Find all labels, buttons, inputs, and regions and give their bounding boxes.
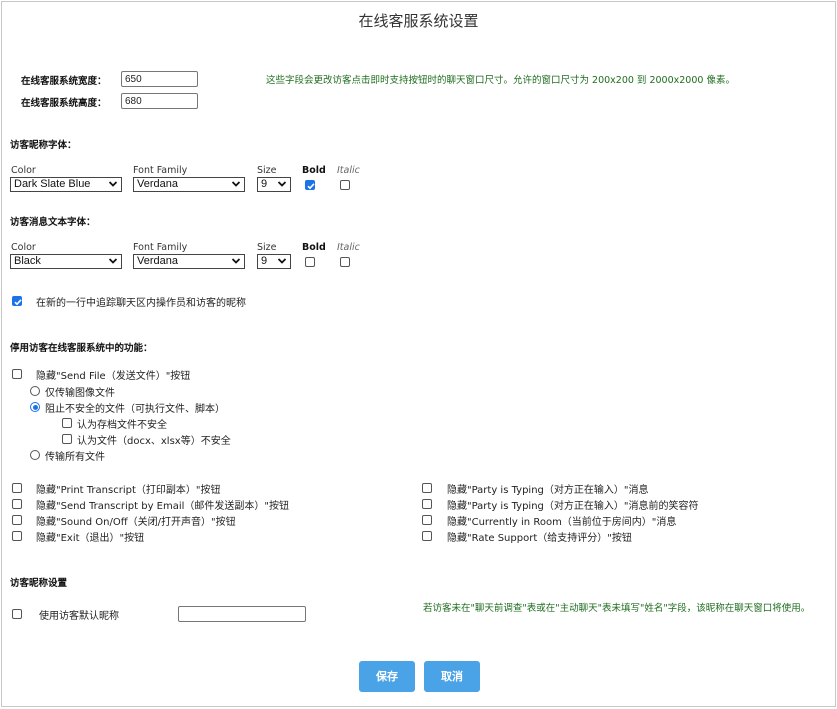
radio-block-unsafe[interactable] (30, 402, 40, 412)
track-nicknames-label: 在新的一行中追踪聊天区内操作员和访客的昵称 (36, 298, 246, 309)
nickname-color-select[interactable]: Dark Slate Blue (10, 177, 122, 192)
office-unsafe-checkbox[interactable] (62, 434, 72, 444)
chevron-down-icon (232, 258, 240, 264)
chevron-down-icon (109, 258, 117, 264)
disable-features-heading: 停用访客在线客服系统中的功能： (10, 343, 153, 354)
hide-typing-smiley-checkbox[interactable] (422, 499, 432, 509)
hide-email-transcript-label: 隐藏"Send Transcript by Email（邮件发送副本）"按钮 (36, 501, 290, 512)
hide-typing-smiley-label: 隐藏"Party is Typing（对方正在输入）"消息前的笑容符 (447, 501, 699, 512)
chevron-down-icon (278, 181, 286, 187)
default-nickname-checkbox[interactable] (12, 609, 22, 619)
chevron-down-icon (232, 181, 240, 187)
height-input[interactable] (121, 93, 198, 109)
hide-exit-checkbox[interactable] (12, 531, 22, 541)
checkmark-icon (307, 183, 315, 190)
hide-email-transcript-checkbox[interactable] (12, 499, 22, 509)
chevron-down-icon (278, 258, 286, 264)
message-italic-label: Italic (337, 242, 360, 253)
nickname-size-value: 9 (261, 178, 268, 190)
hide-print-transcript-label: 隐藏"Print Transcript（打印副本）"按钮 (36, 485, 221, 496)
hide-in-room-label: 隐藏"Currently in Room（当前位于房间内）"消息 (447, 517, 677, 528)
page-title: 在线客服系统设置 (358, 13, 479, 30)
message-family-value: Verdana (137, 255, 178, 267)
message-font-heading: 访客消息文本字体： (10, 217, 96, 228)
nickname-size-label: Size (257, 165, 277, 176)
hide-rate-support-checkbox[interactable] (422, 531, 432, 541)
message-bold-label: Bold (302, 242, 326, 253)
hide-rate-support-label: 隐藏"Rate Support（给支持评分）"按钮 (447, 533, 632, 544)
message-bold-checkbox[interactable] (305, 257, 315, 267)
nickname-font-heading: 访客昵称字体： (10, 140, 77, 151)
hide-sound-toggle-label: 隐藏"Sound On/Off（关闭/打开声音）"按钮 (36, 517, 236, 528)
nickname-color-value: Dark Slate Blue (14, 178, 91, 190)
office-unsafe-label: 认为文件（docx、xlsx等）不安全 (77, 436, 231, 447)
hide-typing-message-label: 隐藏"Party is Typing（对方正在输入）"消息 (447, 485, 649, 496)
checkmark-icon (14, 299, 22, 306)
width-input[interactable] (121, 71, 198, 87)
height-label: 在线客服系统高度： (21, 98, 107, 109)
radio-block-unsafe-label: 阻止不安全的文件（可执行文件、脚本） (45, 404, 225, 415)
hide-exit-label: 隐藏"Exit（退出）"按钮 (36, 533, 145, 544)
hide-print-transcript-checkbox[interactable] (12, 483, 22, 493)
message-family-select[interactable]: Verdana (133, 254, 245, 269)
width-label: 在线客服系统宽度： (21, 76, 107, 87)
window-size-hint: 这些字段会更改访客点击即时支持按钮时的聊天窗口尺寸。允许的窗口尺寸为 200x2… (266, 75, 735, 86)
nickname-family-select[interactable]: Verdana (133, 177, 245, 192)
message-family-label: Font Family (133, 242, 188, 253)
nickname-color-label: Color (11, 165, 36, 176)
chevron-down-icon (109, 181, 117, 187)
hide-send-file-label: 隐藏"Send File（发送文件）"按钮 (36, 371, 191, 382)
hide-sound-toggle-checkbox[interactable] (12, 515, 22, 525)
archives-unsafe-label: 认为存档文件不安全 (77, 420, 167, 431)
radio-all-files[interactable] (30, 450, 40, 460)
message-color-select[interactable]: Black (10, 254, 122, 269)
message-color-value: Black (14, 255, 41, 267)
archives-unsafe-checkbox[interactable] (62, 418, 72, 428)
message-size-label: Size (257, 242, 277, 253)
hide-in-room-checkbox[interactable] (422, 515, 432, 525)
radio-all-files-label: 传输所有文件 (45, 452, 105, 463)
nickname-family-value: Verdana (137, 178, 178, 190)
nickname-bold-checkbox[interactable] (305, 180, 315, 190)
hide-typing-message-checkbox[interactable] (422, 483, 432, 493)
nickname-italic-checkbox[interactable] (340, 180, 350, 190)
radio-images-only[interactable] (30, 386, 40, 396)
message-size-select[interactable]: 9 (257, 254, 291, 269)
nickname-bold-label: Bold (302, 165, 326, 176)
message-size-value: 9 (261, 255, 268, 267)
hide-send-file-checkbox[interactable] (12, 369, 22, 379)
radio-images-only-label: 仅传输图像文件 (45, 388, 115, 399)
message-color-label: Color (11, 242, 36, 253)
save-button[interactable]: 保存 (359, 661, 415, 692)
default-nickname-input[interactable] (178, 606, 306, 622)
nickname-settings-heading: 访客昵称设置 (10, 578, 68, 589)
nickname-size-select[interactable]: 9 (257, 177, 291, 192)
default-nickname-label: 使用访客默认昵称 (39, 611, 119, 622)
nickname-italic-label: Italic (337, 165, 360, 176)
cancel-button[interactable]: 取消 (424, 661, 480, 692)
nickname-hint: 若访客未在"聊天前调查"表或在"主动聊天"表未填写"姓名"字段，该昵称在聊天窗口… (423, 603, 811, 614)
nickname-family-label: Font Family (133, 165, 188, 176)
message-italic-checkbox[interactable] (340, 257, 350, 267)
track-nicknames-checkbox[interactable] (12, 296, 22, 306)
